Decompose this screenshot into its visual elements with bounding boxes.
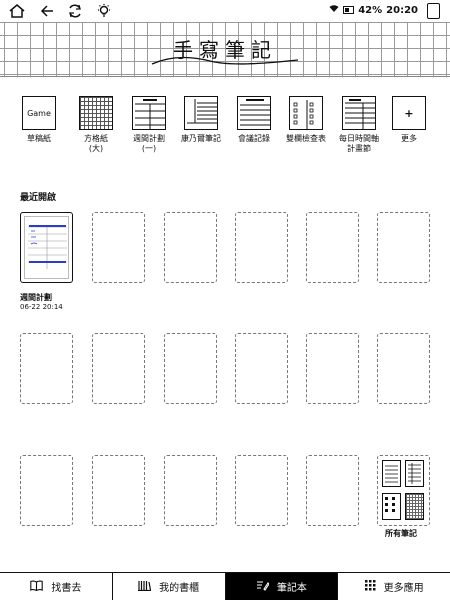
template-label: 康乃爾筆記 xyxy=(181,134,221,143)
notebook-pen-icon xyxy=(256,580,270,594)
note-page-thumbnail xyxy=(24,216,69,279)
bookshelf-icon xyxy=(138,580,152,594)
nav-tab-label: 筆記本 xyxy=(276,583,307,594)
battery-icon xyxy=(343,6,355,14)
all-notes-button[interactable] xyxy=(377,455,430,526)
empty-note-slot xyxy=(20,333,73,404)
empty-note-slot xyxy=(92,455,145,526)
template-thumbnail: + xyxy=(392,96,426,130)
nav-tab-notebook[interactable]: 筆記本 xyxy=(225,573,339,600)
back-arrow-icon[interactable] xyxy=(38,2,56,20)
template-thumbnail xyxy=(132,96,166,130)
nav-tab-find-books[interactable]: 找書去 xyxy=(0,573,113,600)
refresh-icon[interactable] xyxy=(66,2,84,20)
nav-tab-more-apps[interactable]: 更多應用 xyxy=(338,573,450,600)
mini-list-page-icon xyxy=(405,460,424,487)
bottom-navigation: 找書去 我的書櫃 筆記本 更多應用 xyxy=(0,572,450,600)
window-switch-icon[interactable] xyxy=(427,3,440,19)
empty-note-slot xyxy=(164,212,217,283)
empty-note-slot xyxy=(235,333,288,404)
empty-note-slot xyxy=(92,212,145,283)
template-thumbnail xyxy=(184,96,218,130)
empty-note-slot xyxy=(377,212,430,283)
template-label: 週間計劃 (一) xyxy=(133,134,165,153)
nav-tab-label: 找書去 xyxy=(51,583,82,594)
book-open-icon xyxy=(30,579,44,594)
empty-note-slot xyxy=(164,333,217,404)
empty-note-slot xyxy=(306,212,359,283)
recent-note-card[interactable] xyxy=(20,212,73,283)
template-thumbnail xyxy=(79,96,113,130)
mini-checklist-page-icon xyxy=(382,493,401,520)
template-label: 更多 xyxy=(401,134,417,143)
title-swash-decoration xyxy=(151,56,299,65)
empty-note-slot xyxy=(306,455,359,526)
template-thumbnail xyxy=(342,96,376,130)
template-thumbnail xyxy=(289,96,323,130)
template-scratch-paper[interactable]: Game 草稿紙 xyxy=(13,96,65,144)
template-meeting-minutes[interactable]: 會議記錄 xyxy=(228,96,280,144)
template-grid-paper-large[interactable]: 方格紙 (大) xyxy=(70,96,122,154)
mini-lined-page-icon xyxy=(382,460,401,487)
recent-section-heading: 最近開啟 xyxy=(20,193,57,203)
template-weekly-plan[interactable]: 週間計劃 (一) xyxy=(123,96,175,154)
plus-icon: + xyxy=(404,107,414,120)
template-label: 雙欄檢查表 xyxy=(286,134,326,143)
template-label: 會議記錄 xyxy=(238,134,270,143)
empty-note-slot xyxy=(377,333,430,404)
recent-note-date: 06-22 20:14 xyxy=(20,303,63,311)
status-area: 42% 20:20 xyxy=(329,4,418,16)
template-daily-timeline[interactable]: 每日時間軸 計畫節 xyxy=(333,96,385,154)
template-row: Game 草稿紙 方格紙 (大) 週間計劃 (一) 康乃爾筆記 會議記錄 雙欄檢… xyxy=(0,96,450,156)
nav-tab-label: 我的書櫃 xyxy=(159,583,200,594)
template-label: 草稿紙 xyxy=(27,134,51,143)
battery-percent: 42% xyxy=(358,4,383,16)
wifi-icon xyxy=(329,4,339,16)
template-cornell-notes[interactable]: 康乃爾筆記 xyxy=(175,96,227,144)
empty-note-slot xyxy=(235,212,288,283)
template-thumbnail: Game xyxy=(22,96,56,130)
nav-tab-label: 更多應用 xyxy=(383,583,424,594)
mini-grid-page-icon xyxy=(405,493,424,520)
frontlight-bulb-icon[interactable] xyxy=(95,2,113,20)
recent-note-title: 週間計劃 xyxy=(20,293,52,302)
top-bar: 42% 20:20 xyxy=(0,0,450,22)
nav-tab-my-bookshelf[interactable]: 我的書櫃 xyxy=(112,573,226,600)
empty-note-slot xyxy=(306,333,359,404)
template-label: 方格紙 (大) xyxy=(84,134,108,153)
empty-note-slot xyxy=(20,455,73,526)
empty-note-slot xyxy=(164,455,217,526)
notebook-header-banner: 手寫筆記 xyxy=(0,22,450,77)
clock-time: 20:20 xyxy=(386,4,418,16)
template-thumbnail xyxy=(237,96,271,130)
home-icon[interactable] xyxy=(8,2,26,20)
empty-note-slot xyxy=(92,333,145,404)
apps-grid-icon xyxy=(364,579,376,594)
empty-note-slot xyxy=(235,455,288,526)
template-label: 每日時間軸 計畫節 xyxy=(339,134,379,153)
all-notes-label: 所有筆記 xyxy=(385,529,417,538)
template-two-column-checklist[interactable]: 雙欄檢查表 xyxy=(280,96,332,144)
template-more-button[interactable]: + 更多 xyxy=(383,96,435,144)
